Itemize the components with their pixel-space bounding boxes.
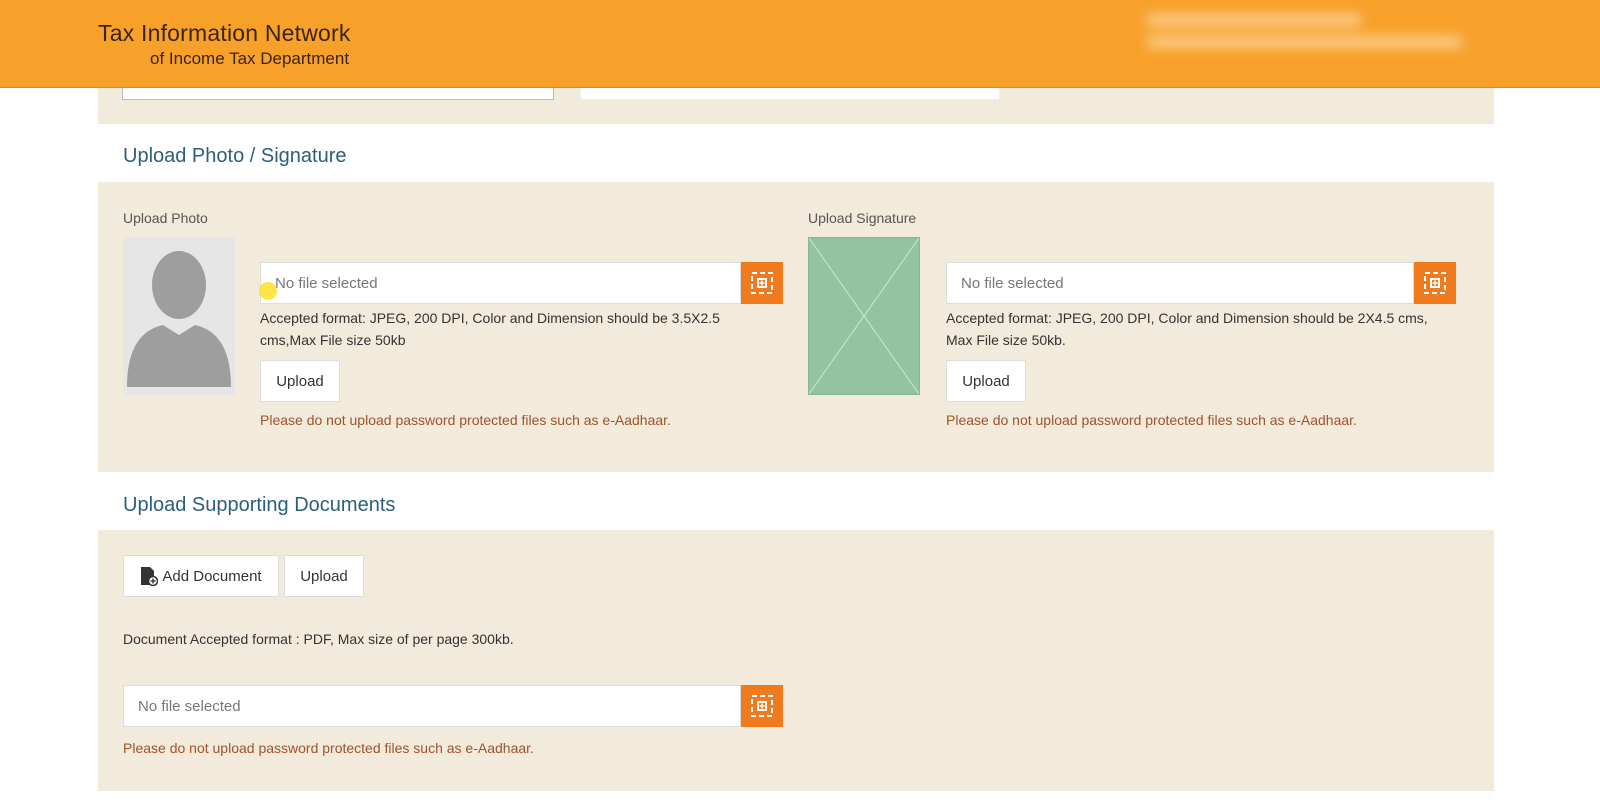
site-header: Tax Information Network of Income Tax De… [0, 0, 1600, 88]
previous-input-2[interactable] [580, 88, 1000, 100]
document-file-picker[interactable]: No file selected [123, 685, 783, 727]
photo-upload-button[interactable]: Upload [260, 360, 340, 402]
document-browse-button[interactable] [741, 685, 783, 727]
file-browse-icon [751, 272, 773, 294]
photo-signature-panel: Upload Photo No file selected Accepted f… [98, 182, 1494, 472]
photo-signature-section-title: Upload Photo / Signature [123, 145, 347, 167]
signature-warning-text: Please do not upload password protected … [946, 412, 1357, 428]
photo-file-input[interactable]: No file selected [260, 262, 741, 304]
brand-title: Tax Information Network [98, 20, 351, 46]
photo-file-picker[interactable]: No file selected [260, 262, 783, 304]
signature-file-picker[interactable]: No file selected [946, 262, 1456, 304]
upload-signature-label: Upload Signature [808, 210, 917, 226]
add-document-label: Add Document [162, 567, 262, 585]
brand-logo[interactable]: Tax Information Network of Income Tax De… [98, 20, 351, 69]
image-placeholder-icon [808, 237, 920, 395]
user-silhouette-icon [123, 237, 235, 395]
signature-upload-button[interactable]: Upload [946, 360, 1026, 402]
add-document-button[interactable]: Add Document [123, 555, 279, 597]
signature-format-hint: Accepted format: JPEG, 200 DPI, Color an… [946, 310, 1428, 348]
file-browse-icon [1424, 272, 1446, 294]
document-add-icon [141, 567, 159, 586]
supporting-docs-panel: Add Document Upload Document Accepted fo… [98, 530, 1494, 791]
photo-browse-button[interactable] [741, 262, 783, 304]
documents-upload-button[interactable]: Upload [284, 555, 364, 597]
upload-photo-label: Upload Photo [123, 210, 208, 226]
photo-warning-text: Please do not upload password protected … [260, 412, 671, 428]
previous-input-1[interactable] [122, 88, 554, 100]
photo-format-hint: Accepted format: JPEG, 200 DPI, Color an… [260, 310, 720, 348]
cursor-highlight [259, 282, 277, 300]
document-warning-text: Please do not upload password protected … [123, 740, 534, 756]
document-format-note: Document Accepted format : PDF, Max size… [123, 631, 514, 647]
brand-subtitle: of Income Tax Department [150, 49, 350, 68]
file-browse-icon [751, 695, 773, 717]
blurred-user-info [1128, 4, 1488, 82]
signature-browse-button[interactable] [1414, 262, 1456, 304]
previous-section-band [98, 88, 1494, 124]
document-file-input[interactable]: No file selected [123, 685, 741, 727]
signature-file-input[interactable]: No file selected [946, 262, 1414, 304]
supporting-docs-section-title: Upload Supporting Documents [123, 494, 396, 516]
